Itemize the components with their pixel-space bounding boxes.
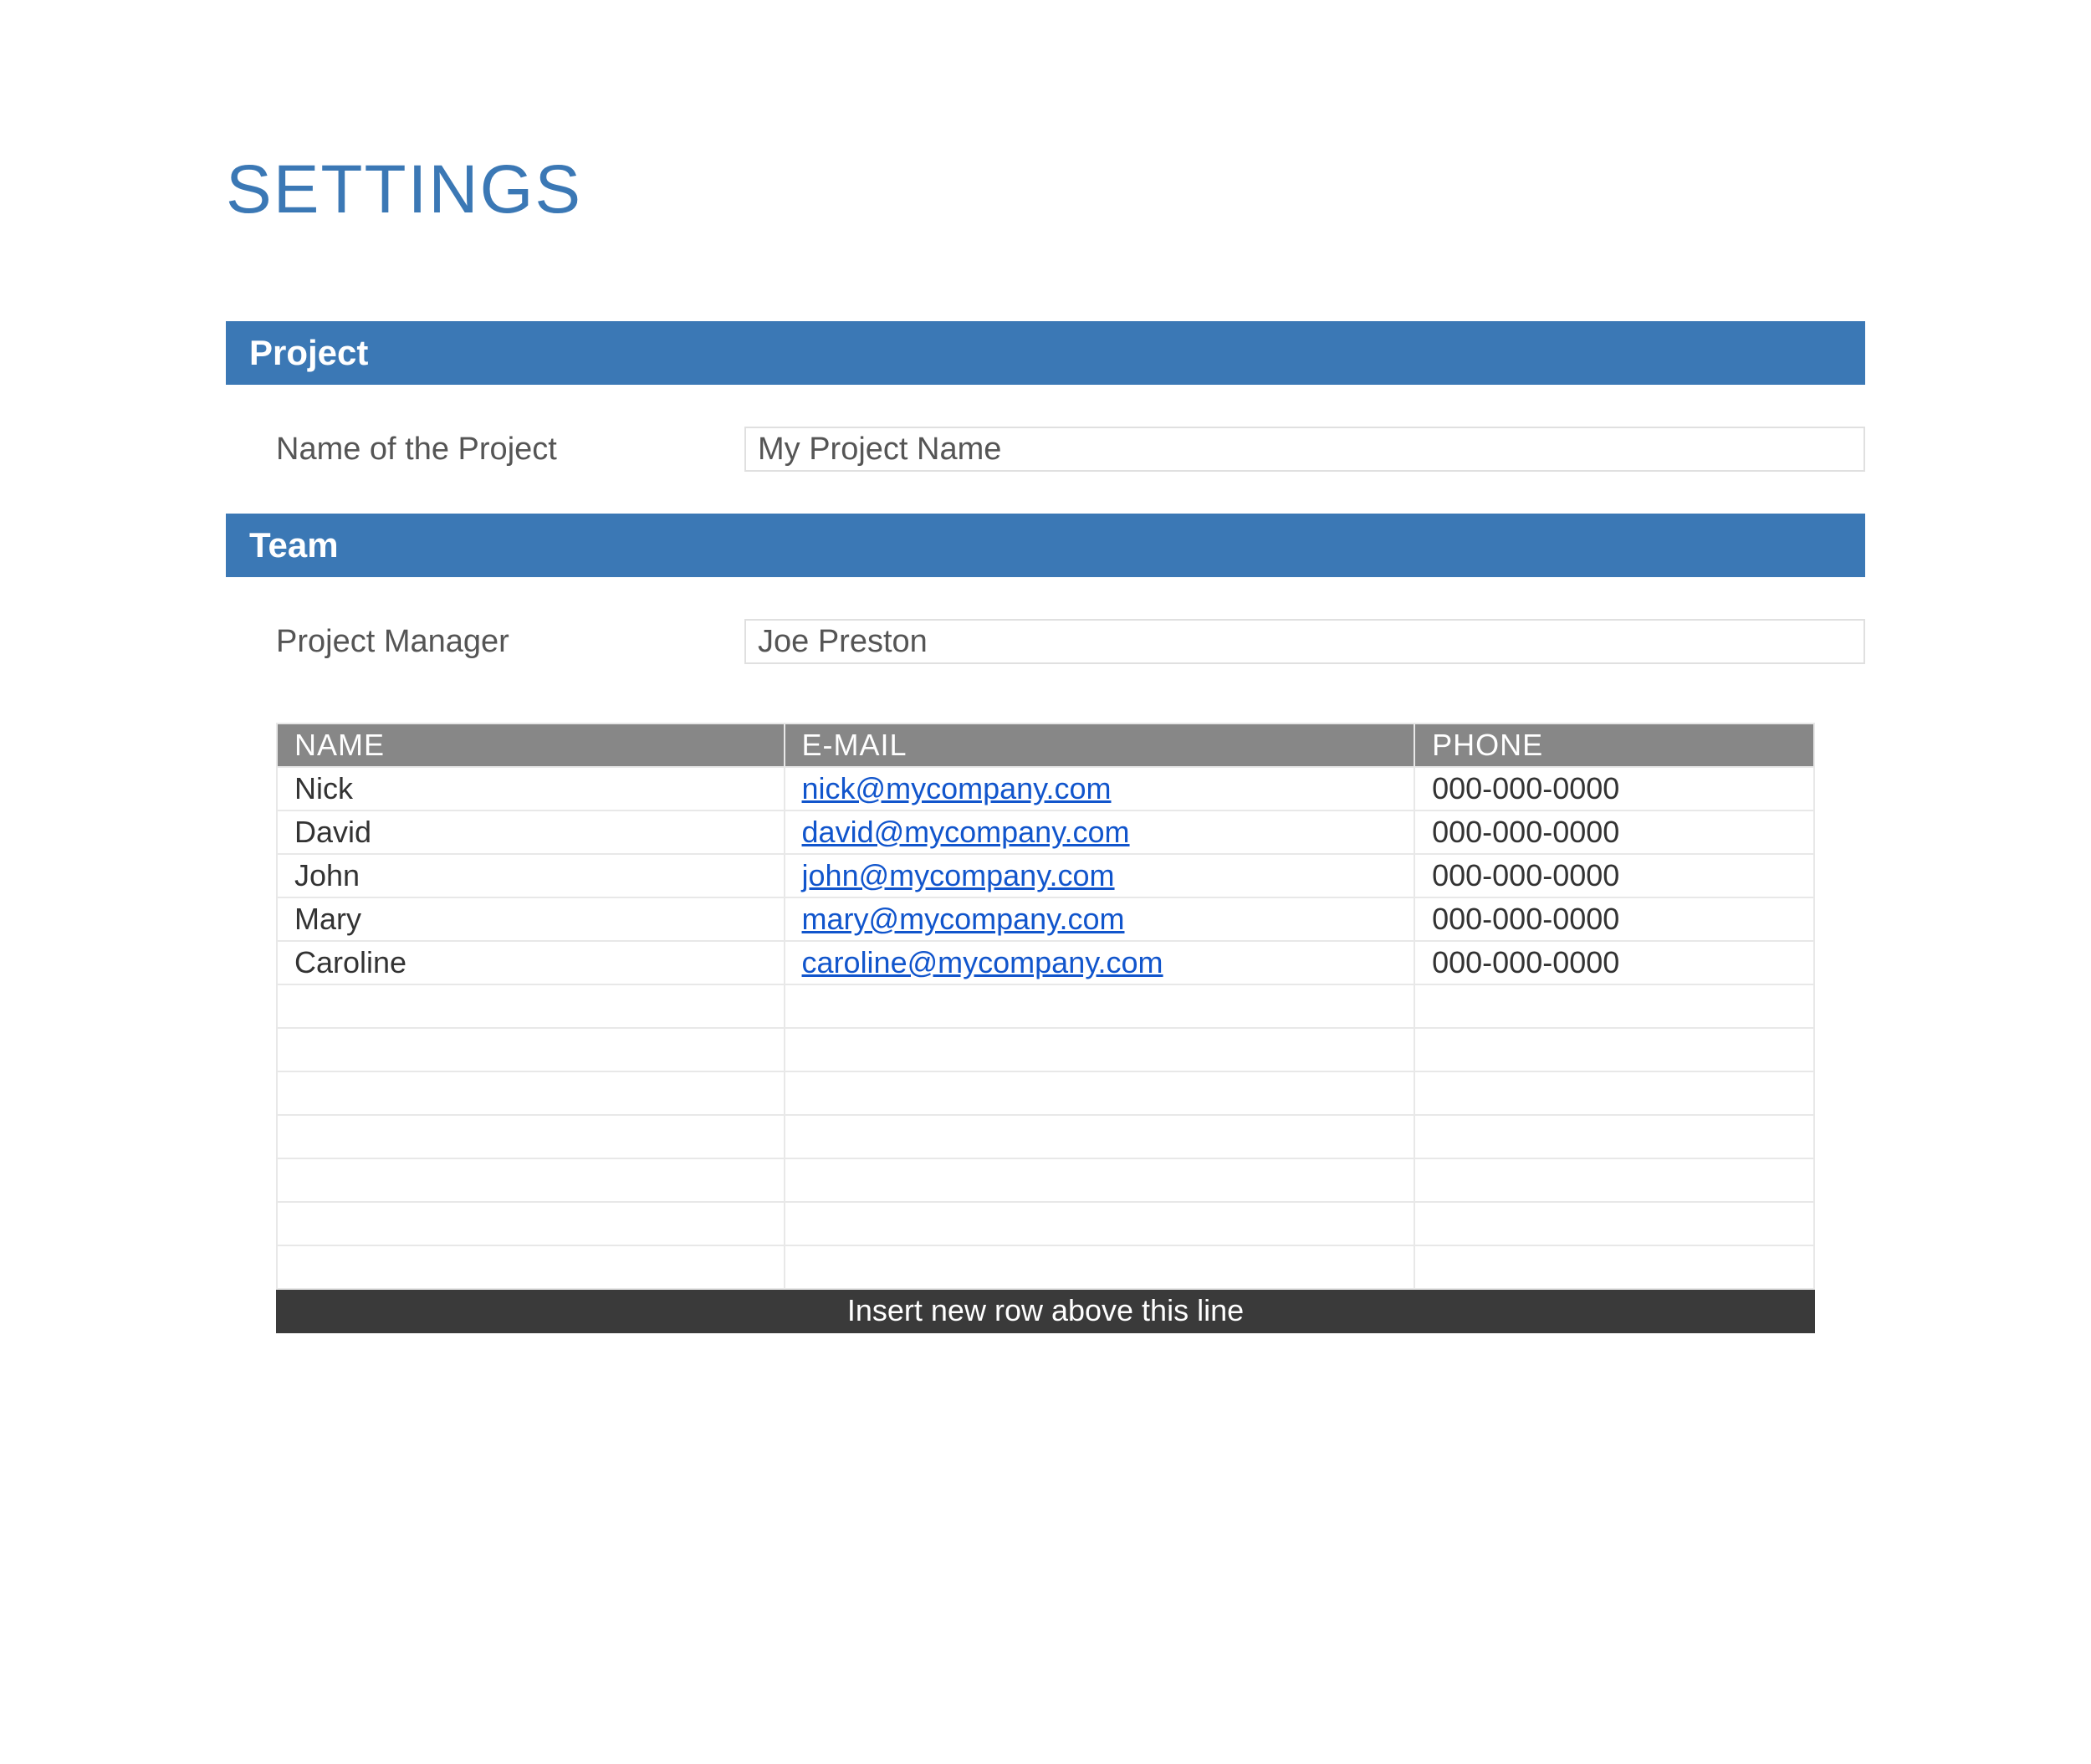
cell-email[interactable]: mary@mycompany.com — [785, 897, 1415, 941]
cell-name[interactable]: Nick — [277, 767, 785, 810]
table-row[interactable]: Caroline caroline@mycompany.com 000-000-00… — [277, 941, 1814, 984]
cell-phone[interactable] — [1414, 1245, 1814, 1289]
cell-name[interactable] — [277, 1115, 785, 1158]
cell-email[interactable]: david@mycompany.com — [785, 810, 1415, 854]
table-row-empty[interactable] — [277, 1158, 1814, 1202]
cell-name[interactable] — [277, 1028, 785, 1071]
cell-name[interactable] — [277, 1158, 785, 1202]
cell-phone[interactable]: 000-000-0000 — [1414, 854, 1814, 897]
table-row-empty[interactable] — [277, 1245, 1814, 1289]
cell-name[interactable] — [277, 1245, 785, 1289]
table-row[interactable]: Mary mary@mycompany.com 000-000-0000 — [277, 897, 1814, 941]
table-row-empty[interactable] — [277, 1202, 1814, 1245]
table-footer-row[interactable]: Insert new row above this line — [277, 1289, 1814, 1332]
cell-phone[interactable]: 000-000-0000 — [1414, 767, 1814, 810]
project-manager-label: Project Manager — [276, 624, 711, 660]
project-name-row: Name of the Project — [226, 385, 1865, 514]
page-title: SETTINGS — [226, 151, 1865, 229]
table-row-empty[interactable] — [277, 1071, 1814, 1115]
cell-phone[interactable] — [1414, 1071, 1814, 1115]
project-manager-input[interactable] — [744, 619, 1865, 664]
cell-email[interactable] — [785, 1071, 1415, 1115]
cell-phone[interactable] — [1414, 1028, 1814, 1071]
cell-name[interactable] — [277, 1202, 785, 1245]
table-header-row: NAME E-MAIL PHONE — [277, 723, 1814, 767]
table-row[interactable]: John john@mycompany.com 000-000-0000 — [277, 854, 1814, 897]
cell-name[interactable] — [277, 984, 785, 1028]
email-link[interactable]: nick@mycompany.com — [802, 771, 1112, 805]
team-section-header: Team — [226, 514, 1865, 577]
project-name-input[interactable] — [744, 427, 1865, 472]
col-header-phone: PHONE — [1414, 723, 1814, 767]
email-link[interactable]: john@mycompany.com — [802, 858, 1115, 892]
project-manager-row: Project Manager — [226, 577, 1865, 706]
cell-email[interactable] — [785, 984, 1415, 1028]
table-row-empty[interactable] — [277, 984, 1814, 1028]
col-header-name: NAME — [277, 723, 785, 767]
cell-phone[interactable]: 000-000-0000 — [1414, 941, 1814, 984]
cell-email[interactable] — [785, 1028, 1415, 1071]
cell-phone[interactable]: 000-000-0000 — [1414, 810, 1814, 854]
team-table: NAME E-MAIL PHONE Nick nick@mycompany.com… — [276, 723, 1815, 1333]
project-section-header: Project — [226, 321, 1865, 385]
cell-phone[interactable] — [1414, 1158, 1814, 1202]
cell-email[interactable] — [785, 1115, 1415, 1158]
cell-email[interactable] — [785, 1245, 1415, 1289]
cell-name[interactable]: David — [277, 810, 785, 854]
cell-phone[interactable]: 000-000-0000 — [1414, 897, 1814, 941]
table-row[interactable]: Nick nick@mycompany.com 000-000-0000 — [277, 767, 1814, 810]
insert-row-hint[interactable]: Insert new row above this line — [277, 1289, 1814, 1332]
table-row[interactable]: David david@mycompany.com 000-000-0000 — [277, 810, 1814, 854]
cell-email[interactable]: john@mycompany.com — [785, 854, 1415, 897]
cell-email[interactable]: nick@mycompany.com — [785, 767, 1415, 810]
cell-name[interactable]: Caroline — [277, 941, 785, 984]
col-header-email: E-MAIL — [785, 723, 1415, 767]
cell-phone[interactable] — [1414, 1115, 1814, 1158]
cell-phone[interactable] — [1414, 1202, 1814, 1245]
cell-email[interactable] — [785, 1202, 1415, 1245]
cell-email[interactable] — [785, 1158, 1415, 1202]
email-link[interactable]: david@mycompany.com — [802, 815, 1130, 849]
cell-email[interactable]: caroline@mycompany.com — [785, 941, 1415, 984]
cell-phone[interactable] — [1414, 984, 1814, 1028]
project-name-label: Name of the Project — [276, 432, 711, 468]
cell-name[interactable] — [277, 1071, 785, 1115]
cell-name[interactable]: John — [277, 854, 785, 897]
table-row-empty[interactable] — [277, 1115, 1814, 1158]
email-link[interactable]: mary@mycompany.com — [802, 902, 1125, 936]
cell-name[interactable]: Mary — [277, 897, 785, 941]
email-link[interactable]: caroline@mycompany.com — [802, 945, 1163, 979]
table-row-empty[interactable] — [277, 1028, 1814, 1071]
